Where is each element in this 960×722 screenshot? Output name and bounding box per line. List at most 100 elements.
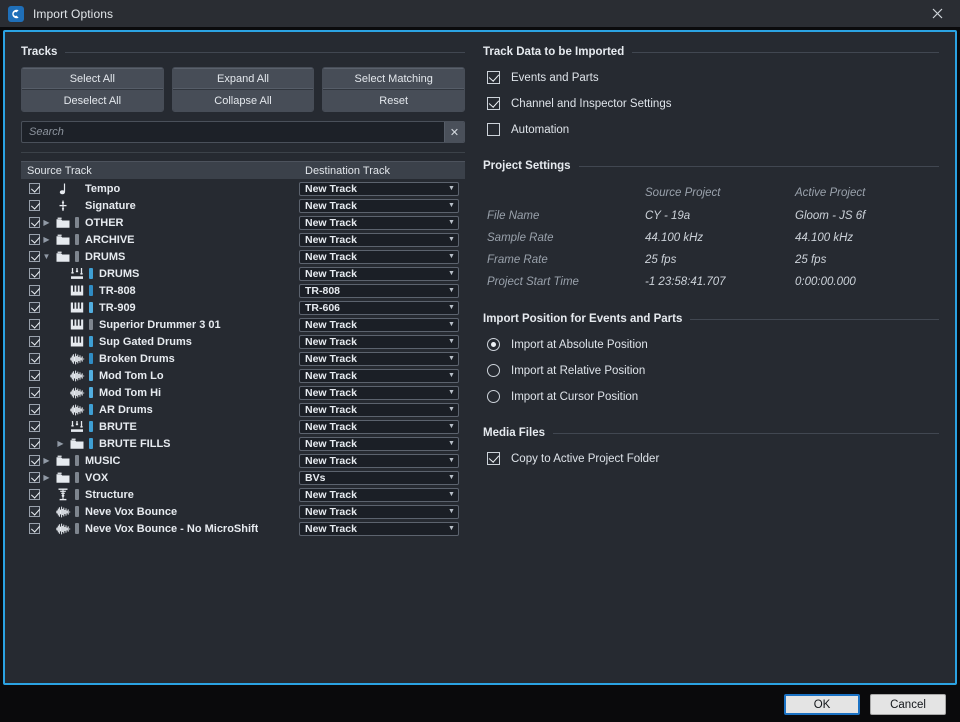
track-checkbox[interactable]: [29, 353, 40, 364]
table-row[interactable]: ▶ VOX BVs ▼: [21, 469, 465, 486]
select-matching-button[interactable]: Select Matching: [323, 68, 465, 89]
destination-track-cell: New Track ▼: [299, 181, 465, 196]
track-table-body[interactable]: ▶TempoNew Track▼▶SignatureNew Track▼▶OTH…: [21, 179, 465, 537]
track-checkbox[interactable]: [29, 506, 40, 517]
import-position-row[interactable]: Import at Relative Position: [483, 360, 939, 381]
folder-icon: [53, 217, 73, 229]
collapse-arrow-icon[interactable]: ▼: [40, 252, 53, 261]
clear-search-icon[interactable]: ✕: [444, 122, 464, 142]
import-position-row[interactable]: Import at Absolute Position: [483, 334, 939, 355]
collapse-all-button[interactable]: Collapse All: [172, 90, 314, 111]
import-position-radio[interactable]: [487, 390, 500, 403]
table-row[interactable]: ▶Signature New Track ▼: [21, 197, 465, 214]
destination-track-select[interactable]: TR-808 ▼: [299, 283, 459, 298]
track-data-option-checkbox[interactable]: [487, 71, 500, 84]
destination-track-select[interactable]: New Track ▼: [299, 504, 459, 519]
destination-track-select[interactable]: New Track ▼: [299, 402, 459, 417]
track-checkbox[interactable]: [29, 302, 40, 313]
table-row[interactable]: ▶AR Drums New Track ▼: [21, 401, 465, 418]
reset-button[interactable]: Reset: [323, 90, 465, 111]
expand-arrow-icon[interactable]: ▶: [40, 473, 53, 482]
deselect-all-button[interactable]: Deselect All: [22, 90, 163, 111]
track-data-option-row[interactable]: Channel and Inspector Settings: [483, 93, 939, 114]
media-files-option-row[interactable]: Copy to Active Project Folder: [483, 448, 939, 469]
expand-arrow-icon[interactable]: ▶: [54, 439, 67, 448]
destination-track-select[interactable]: New Track ▼: [299, 521, 459, 536]
track-checkbox[interactable]: [29, 251, 40, 262]
track-checkbox[interactable]: [29, 200, 40, 211]
destination-track-select[interactable]: New Track ▼: [299, 266, 459, 281]
table-row[interactable]: ▶ OTHER New Track ▼: [21, 214, 465, 231]
track-checkbox[interactable]: [29, 336, 40, 347]
destination-track-select[interactable]: TR-606 ▼: [299, 300, 459, 315]
track-checkbox[interactable]: [29, 455, 40, 466]
media-files-option-checkbox[interactable]: [487, 452, 500, 465]
track-checkbox[interactable]: [29, 319, 40, 330]
destination-track-select[interactable]: New Track ▼: [299, 351, 459, 366]
table-row[interactable]: ▶Mod Tom Hi New Track ▼: [21, 384, 465, 401]
table-row[interactable]: ▶Structure New Track ▼: [21, 486, 465, 503]
table-row[interactable]: ▶Mod Tom Lo New Track ▼: [21, 367, 465, 384]
expand-arrow-icon[interactable]: ▶: [40, 235, 53, 244]
table-row[interactable]: ▶TR-808TR-808▼: [21, 282, 465, 299]
track-data-option-row[interactable]: Events and Parts: [483, 67, 939, 88]
destination-track-select[interactable]: New Track ▼: [299, 436, 459, 451]
vst-rack-icon: [53, 488, 73, 501]
table-row[interactable]: ▶Superior Drummer 3 01 New Track ▼: [21, 316, 465, 333]
table-row[interactable]: ▼ DRUMS New Track ▼: [21, 248, 465, 265]
track-checkbox[interactable]: [29, 370, 40, 381]
table-row[interactable]: ▶TR-909 TR-606 ▼: [21, 299, 465, 316]
destination-track-select[interactable]: New Track ▼: [299, 368, 459, 383]
destination-track-select[interactable]: New Track ▼: [299, 385, 459, 400]
search-input[interactable]: [22, 122, 444, 142]
import-position-radio[interactable]: [487, 364, 500, 377]
import-position-row[interactable]: Import at Cursor Position: [483, 386, 939, 407]
track-checkbox[interactable]: [29, 438, 40, 449]
track-checkbox[interactable]: [29, 489, 40, 500]
track-checkbox[interactable]: [29, 523, 40, 534]
destination-track-select[interactable]: New Track ▼: [299, 249, 459, 264]
table-row[interactable]: ▶Neve Vox Bounce New Track ▼: [21, 503, 465, 520]
destination-track-select[interactable]: New Track ▼: [299, 334, 459, 349]
track-checkbox[interactable]: [29, 387, 40, 398]
destination-track-select[interactable]: New Track ▼: [299, 453, 459, 468]
destination-track-select[interactable]: New Track ▼: [299, 419, 459, 434]
table-row[interactable]: ▶Tempo New Track ▼: [21, 180, 465, 197]
track-checkbox[interactable]: [29, 472, 40, 483]
track-checkbox[interactable]: [29, 421, 40, 432]
table-row[interactable]: ▶Broken Drums New Track ▼: [21, 350, 465, 367]
table-row[interactable]: ▶Sup Gated Drums New Track ▼: [21, 333, 465, 350]
destination-track-select[interactable]: New Track ▼: [299, 317, 459, 332]
track-checkbox[interactable]: [29, 234, 40, 245]
select-all-button[interactable]: Select All: [22, 68, 163, 89]
cancel-button[interactable]: Cancel: [870, 694, 946, 715]
track-data-option-checkbox[interactable]: [487, 123, 500, 136]
table-row[interactable]: ▶DRUMS New Track ▼: [21, 265, 465, 282]
table-row[interactable]: ▶ BRUTE FILLS New Track ▼: [21, 435, 465, 452]
track-data-option-checkbox[interactable]: [487, 97, 500, 110]
destination-track-select[interactable]: BVs ▼: [299, 470, 459, 485]
chevron-down-icon: ▼: [448, 440, 455, 447]
expand-arrow-icon[interactable]: ▶: [40, 456, 53, 465]
destination-track-select[interactable]: New Track ▼: [299, 198, 459, 213]
track-checkbox[interactable]: [29, 285, 40, 296]
destination-track-select[interactable]: New Track ▼: [299, 181, 459, 196]
track-checkbox[interactable]: [29, 217, 40, 228]
import-position-radio[interactable]: [487, 338, 500, 351]
destination-track-select[interactable]: New Track ▼: [299, 487, 459, 502]
track-checkbox[interactable]: [29, 268, 40, 279]
expand-arrow-icon[interactable]: ▶: [40, 218, 53, 227]
track-data-option-row[interactable]: Automation: [483, 119, 939, 140]
destination-track-cell: New Track ▼: [299, 419, 465, 434]
track-checkbox[interactable]: [29, 404, 40, 415]
track-checkbox[interactable]: [29, 183, 40, 194]
expand-all-button[interactable]: Expand All: [172, 68, 314, 89]
close-icon[interactable]: [915, 0, 960, 27]
table-row[interactable]: ▶Neve Vox Bounce - No MicroShiftNew Trac…: [21, 520, 465, 537]
table-row[interactable]: ▶ ARCHIVE New Track ▼: [21, 231, 465, 248]
table-row[interactable]: ▶BRUTE New Track ▼: [21, 418, 465, 435]
table-row[interactable]: ▶ MUSIC New Track ▼: [21, 452, 465, 469]
destination-track-select[interactable]: New Track ▼: [299, 232, 459, 247]
destination-track-select[interactable]: New Track ▼: [299, 215, 459, 230]
ok-button[interactable]: OK: [784, 694, 860, 715]
